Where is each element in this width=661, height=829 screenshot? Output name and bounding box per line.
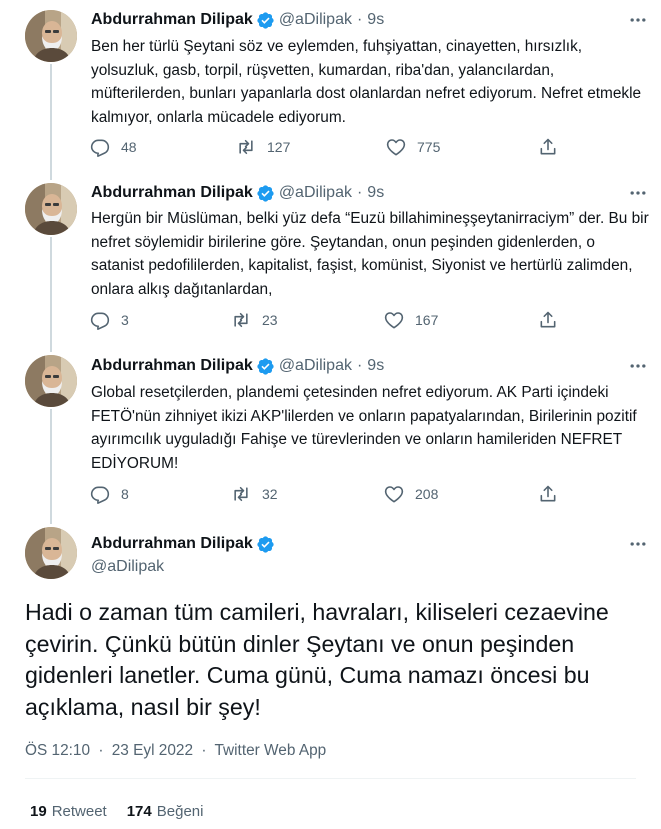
more-icon[interactable] bbox=[626, 183, 650, 203]
tweet-meta: ÖS 12:10 · 23 Eyl 2022 · Twitter Web App bbox=[25, 742, 326, 760]
reply-icon bbox=[90, 484, 110, 504]
tweet-actions: 48 127 775 bbox=[90, 135, 570, 159]
share-button[interactable] bbox=[538, 135, 558, 159]
reply-count: 8 bbox=[121, 486, 129, 502]
author-name[interactable]: Abdurrahman Dilipak bbox=[91, 184, 253, 202]
retweet-button[interactable]: 32 bbox=[231, 482, 278, 506]
verified-badge-icon bbox=[256, 357, 275, 376]
separator-dot: · bbox=[356, 184, 363, 201]
retweet-button[interactable]: 23 bbox=[231, 308, 278, 332]
verified-badge-icon bbox=[256, 535, 275, 554]
more-icon[interactable] bbox=[626, 356, 650, 376]
share-icon bbox=[538, 484, 558, 504]
retweet-button[interactable]: 127 bbox=[236, 135, 290, 159]
retweet-icon bbox=[231, 484, 251, 504]
reply-count: 3 bbox=[121, 312, 129, 328]
tweet-subheader: @aDilipak bbox=[91, 556, 164, 578]
separator-dot: · bbox=[98, 742, 104, 759]
more-icon[interactable] bbox=[626, 534, 650, 554]
reply-count: 48 bbox=[121, 139, 137, 155]
author-name[interactable]: Abdurrahman Dilipak bbox=[91, 11, 253, 29]
share-button[interactable] bbox=[538, 482, 558, 506]
like-count: 208 bbox=[415, 486, 439, 502]
author-handle[interactable]: @aDilipak bbox=[279, 184, 352, 202]
verified-badge-icon bbox=[256, 11, 275, 30]
avatar[interactable] bbox=[25, 10, 77, 62]
divider bbox=[25, 778, 636, 779]
tweet-header: Abdurrahman Dilipak @aDilipak · 9s bbox=[91, 355, 384, 377]
more-icon[interactable] bbox=[626, 10, 650, 30]
tweet-actions: 3 23 167 bbox=[90, 308, 570, 332]
tweet-time[interactable]: ÖS 12:10 bbox=[25, 742, 90, 759]
reply-icon bbox=[90, 310, 110, 330]
share-button[interactable] bbox=[538, 308, 558, 332]
author-name[interactable]: Abdurrahman Dilipak bbox=[91, 357, 253, 375]
avatar[interactable] bbox=[25, 183, 77, 235]
tweet-time[interactable]: 9s bbox=[367, 357, 384, 375]
verified-badge-icon bbox=[256, 184, 275, 203]
like-button[interactable]: 167 bbox=[384, 308, 438, 332]
like-stat[interactable]: 174 Beğeni bbox=[127, 803, 204, 820]
retweet-stat[interactable]: 19 Retweet bbox=[30, 803, 107, 820]
retweet-label: Retweet bbox=[51, 803, 107, 820]
avatar-image bbox=[25, 183, 77, 235]
author-handle[interactable]: @aDilipak bbox=[279, 11, 352, 29]
avatar-image bbox=[25, 355, 77, 407]
like-icon bbox=[386, 137, 406, 157]
avatar[interactable] bbox=[25, 527, 77, 579]
retweet-total: 19 bbox=[30, 803, 47, 820]
tweet-time[interactable]: 9s bbox=[367, 11, 384, 29]
tweet-source[interactable]: Twitter Web App bbox=[214, 742, 326, 759]
retweet-icon bbox=[236, 137, 256, 157]
tweet-header: Abdurrahman Dilipak @aDilipak · 9s bbox=[91, 9, 384, 31]
share-icon bbox=[538, 137, 558, 157]
main-tweet: Abdurrahman Dilipak @aDilipak Hadi o zam… bbox=[0, 522, 661, 829]
like-icon bbox=[384, 484, 404, 504]
like-count: 167 bbox=[415, 312, 439, 328]
like-label: Beğeni bbox=[156, 803, 204, 820]
avatar-image bbox=[25, 527, 77, 579]
tweet-time[interactable]: 9s bbox=[367, 184, 384, 202]
retweet-count: 32 bbox=[262, 486, 278, 502]
tweet-stats: 19 Retweet 174 Beğeni bbox=[30, 803, 223, 820]
like-button[interactable]: 208 bbox=[384, 482, 438, 506]
avatar-image bbox=[25, 10, 77, 62]
separator-dot: · bbox=[356, 11, 363, 28]
retweet-icon bbox=[231, 310, 251, 330]
tweet[interactable]: Abdurrahman Dilipak @aDilipak · 9s Hergü… bbox=[0, 178, 661, 350]
tweet-text: Hergün bir Müslüman, belki yüz defa “Euz… bbox=[91, 210, 649, 298]
reply-button[interactable]: 48 bbox=[90, 135, 137, 159]
author-handle[interactable]: @aDilipak bbox=[279, 357, 352, 375]
reply-icon bbox=[90, 137, 110, 157]
reply-button[interactable]: 3 bbox=[90, 308, 129, 332]
tweet-date[interactable]: 23 Eyl 2022 bbox=[112, 742, 193, 759]
tweet-text: Ben her türlü Şeytani söz ve eylemden, f… bbox=[91, 38, 642, 126]
like-count: 775 bbox=[417, 139, 441, 155]
tweet[interactable]: Abdurrahman Dilipak @aDilipak · 9s Globa… bbox=[0, 350, 661, 522]
separator-dot: · bbox=[201, 742, 207, 759]
author-handle[interactable]: @aDilipak bbox=[91, 558, 164, 576]
author-name[interactable]: Abdurrahman Dilipak bbox=[91, 535, 253, 553]
separator-dot: · bbox=[356, 357, 363, 374]
like-total: 174 bbox=[126, 803, 152, 820]
tweet-header: Abdurrahman Dilipak bbox=[91, 533, 279, 555]
like-icon bbox=[384, 310, 404, 330]
share-icon bbox=[538, 310, 558, 330]
tweet[interactable]: Abdurrahman Dilipak @aDilipak · 9s Ben h… bbox=[0, 0, 661, 178]
like-button[interactable]: 775 bbox=[386, 135, 440, 159]
main-tweet-text: Hadi o zaman tüm camileri, havraları, ki… bbox=[25, 599, 609, 720]
retweet-count: 127 bbox=[267, 139, 291, 155]
tweet-text: Global resetçilerden, plandemi çetesinde… bbox=[91, 384, 637, 472]
retweet-count: 23 bbox=[262, 312, 278, 328]
tweet-actions: 8 32 208 bbox=[90, 482, 570, 506]
avatar[interactable] bbox=[25, 355, 77, 407]
reply-button[interactable]: 8 bbox=[90, 482, 129, 506]
tweet-header: Abdurrahman Dilipak @aDilipak · 9s bbox=[91, 182, 384, 204]
